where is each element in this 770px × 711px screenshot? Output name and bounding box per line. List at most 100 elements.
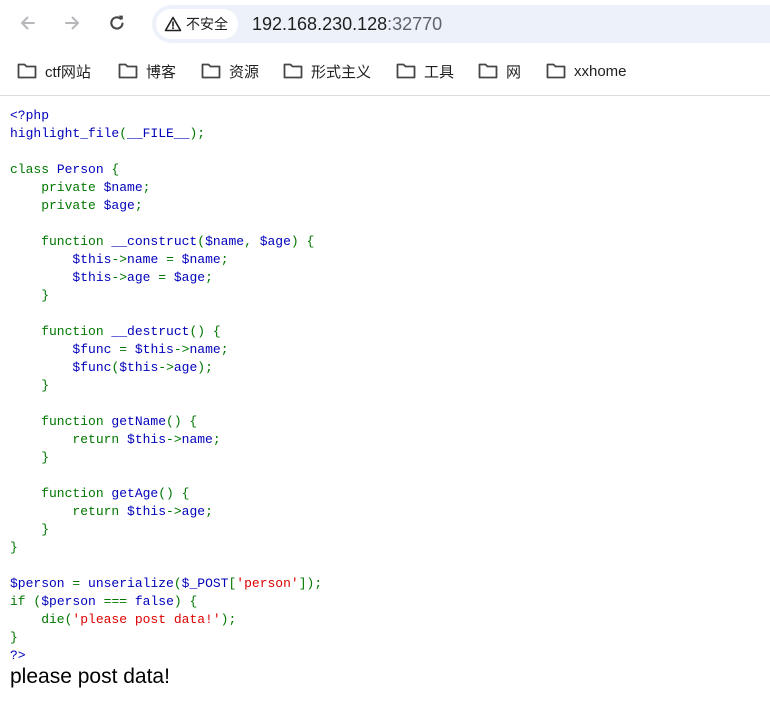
- code-token: $age: [103, 198, 135, 213]
- code-token: function: [10, 414, 112, 429]
- bookmark-label: 工具: [424, 63, 455, 81]
- code-token: name: [181, 432, 213, 447]
- code-token: ) {: [290, 234, 315, 249]
- folder-icon: [118, 63, 138, 79]
- code-line: ?>: [10, 647, 322, 665]
- code-token: return: [10, 504, 128, 519]
- code-token: $this: [119, 360, 159, 375]
- code-token: =: [166, 252, 182, 267]
- code-token: age: [173, 360, 198, 375]
- url-port: :32770: [387, 14, 443, 34]
- code-line: function getAge() {: [10, 485, 322, 503]
- code-line: $func = $this->name;: [10, 341, 322, 359]
- code-token: ->: [158, 360, 174, 375]
- code-token: () {: [166, 414, 198, 429]
- code-token: age: [127, 270, 159, 285]
- code-token: ;: [142, 180, 151, 195]
- address-bar[interactable]: 不安全 192.168.230.128:32770: [152, 5, 770, 43]
- code-line: $this->name = $name;: [10, 251, 322, 269]
- warning-icon: [164, 16, 182, 32]
- code-token: die: [10, 612, 65, 627]
- code-token: $age: [259, 234, 291, 249]
- code-token: ;: [205, 504, 213, 519]
- reload-button[interactable]: [102, 8, 132, 38]
- back-arrow-icon: [21, 16, 35, 30]
- code-token: ) {: [173, 594, 198, 609]
- code-token: $_POST: [181, 576, 229, 591]
- code-token: ;: [220, 252, 229, 267]
- code-token: unserialize: [88, 576, 174, 591]
- code-token: $this: [127, 432, 167, 447]
- php-source-code: <?php highlight_file(__FILE__);class Pers…: [10, 107, 322, 665]
- code-token: __FILE__: [127, 126, 190, 141]
- bookmark-folder-blog[interactable]: 博客: [118, 60, 176, 82]
- bookmark-folder-xxhome[interactable]: xxhome: [546, 60, 627, 82]
- bookmarks-bar: ctf网站 博客 资源 形式主义 工具 网 xxhome: [0, 47, 770, 95]
- code-token: function: [10, 486, 112, 501]
- code-line: private $age;: [10, 197, 322, 215]
- folder-icon: [478, 63, 498, 79]
- code-line: $this->age = $age;: [10, 269, 322, 287]
- code-token: ;: [220, 342, 229, 357]
- code-token: );: [189, 126, 206, 141]
- code-token: =: [158, 270, 174, 285]
- code-line: }: [10, 521, 322, 539]
- code-line: $person = unserialize($_POST['person']);: [10, 575, 322, 593]
- code-token: {: [111, 162, 120, 177]
- code-line: }: [10, 539, 322, 557]
- code-line: }: [10, 449, 322, 467]
- bookmark-folder-ctf[interactable]: ctf网站: [17, 60, 91, 82]
- bookmark-folder-web[interactable]: 网: [478, 60, 521, 82]
- url-host: 192.168.230.128: [252, 14, 388, 34]
- bookmark-label: 形式主义: [311, 63, 372, 81]
- bookmark-folder-formalism[interactable]: 形式主义: [283, 60, 371, 82]
- code-token: () {: [189, 324, 221, 339]
- code-token: }: [10, 522, 50, 537]
- back-button[interactable]: [13, 8, 43, 38]
- forward-button[interactable]: [57, 8, 87, 38]
- bookmark-folder-resources[interactable]: 资源: [201, 60, 259, 82]
- code-token: $func: [72, 360, 112, 375]
- folder-icon: [396, 63, 416, 79]
- bookmark-label: 资源: [229, 63, 260, 81]
- code-token: if (: [10, 594, 42, 609]
- url-text[interactable]: 192.168.230.128:32770: [252, 5, 442, 43]
- code-token: ;: [134, 198, 143, 213]
- code-token: $name: [103, 180, 143, 195]
- code-line: function __destruct() {: [10, 323, 322, 341]
- code-token: ->: [173, 342, 190, 357]
- bookmark-label: 博客: [146, 63, 177, 81]
- code-token: return: [10, 432, 128, 447]
- code-token: (: [119, 126, 128, 141]
- code-token: $this: [134, 342, 174, 357]
- code-token: $this: [72, 270, 112, 285]
- code-line: highlight_file(__FILE__);: [10, 125, 322, 143]
- code-token: ;: [205, 270, 213, 285]
- bookmark-folder-tools[interactable]: 工具: [396, 60, 454, 82]
- code-token: getAge: [111, 486, 159, 501]
- code-token: $this: [127, 504, 167, 519]
- code-token: Person: [56, 162, 112, 177]
- code-line: $func($this->age);: [10, 359, 322, 377]
- code-token: age: [181, 504, 206, 519]
- bookmark-label: 网: [506, 63, 522, 81]
- code-token: __destruct: [111, 324, 190, 339]
- code-token: ->: [111, 270, 128, 285]
- code-token: $this: [72, 252, 112, 267]
- site-security-chip[interactable]: 不安全: [156, 9, 238, 39]
- code-token: __construct: [111, 234, 198, 249]
- code-token: $age: [173, 270, 206, 285]
- code-token: =: [119, 342, 135, 357]
- code-token: <?php: [10, 108, 50, 123]
- code-token: }: [10, 288, 50, 303]
- code-token: class: [10, 162, 57, 177]
- code-token: name: [127, 252, 167, 267]
- code-token: private: [10, 180, 104, 195]
- code-line: }: [10, 377, 322, 395]
- code-token: private: [10, 198, 104, 213]
